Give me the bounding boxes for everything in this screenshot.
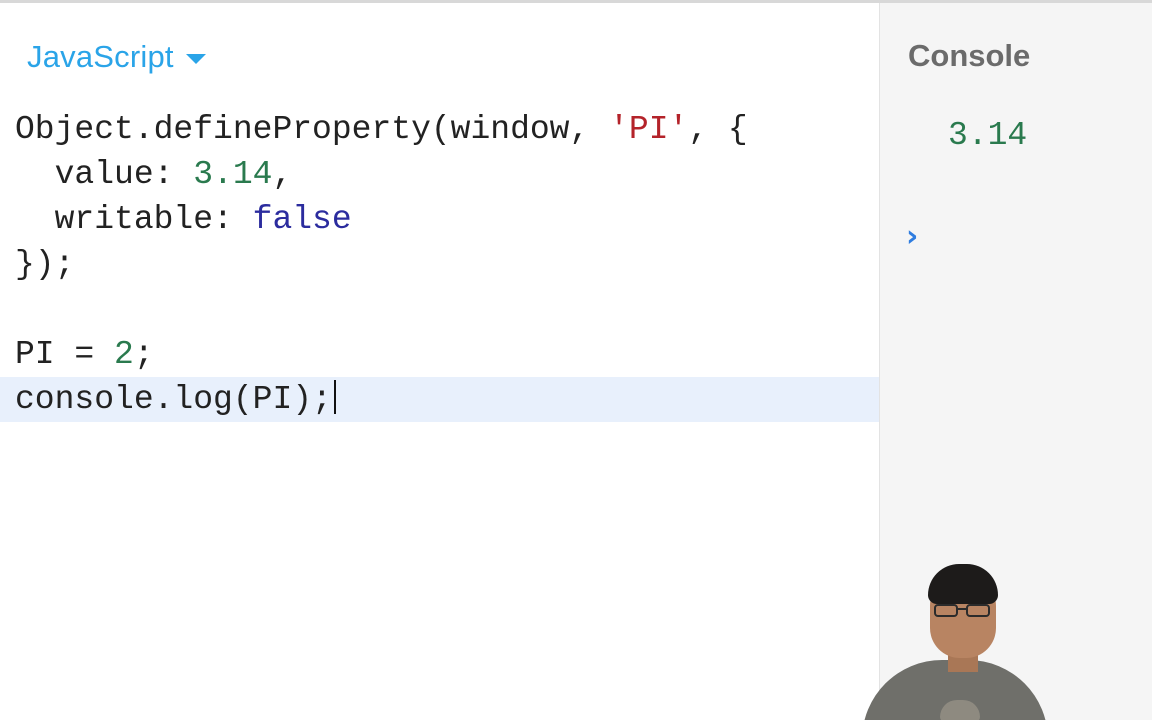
chevron-right-icon[interactable]: › (906, 219, 918, 254)
code-editor-pane[interactable]: JavaScript Object.defineProperty(window,… (0, 3, 879, 720)
glasses-icon (934, 604, 992, 618)
code-token: , { (688, 111, 748, 148)
text-cursor (333, 380, 336, 415)
language-dropdown[interactable]: JavaScript (27, 39, 206, 75)
code-token: }); (15, 246, 75, 283)
code-token: false (252, 201, 352, 238)
presenter-hair (928, 564, 998, 604)
code-area[interactable]: Object.defineProperty(window, 'PI', { va… (0, 107, 879, 422)
code-token: console.log(PI); (15, 381, 332, 418)
code-token: PI = (15, 336, 115, 373)
code-line[interactable]: PI = 2; (0, 332, 879, 377)
code-token: writable: (15, 201, 253, 238)
code-line[interactable] (0, 287, 879, 332)
code-token: value: (15, 156, 194, 193)
code-token: 2 (114, 336, 134, 373)
code-token: 3.14 (193, 156, 273, 193)
code-line[interactable]: }); (0, 242, 879, 287)
code-token: ; (133, 336, 154, 373)
caret-down-icon (185, 54, 206, 64)
code-line[interactable]: writable: false (0, 197, 879, 242)
console-output-line: 3.14 (948, 117, 1028, 154)
shirt-graphic (940, 700, 980, 720)
code-token: , (272, 156, 293, 193)
language-label: JavaScript (27, 39, 174, 74)
code-token: 'PI' (609, 111, 689, 148)
code-line[interactable]: value: 3.14, (0, 152, 879, 197)
code-line-active[interactable]: console.log(PI); (0, 377, 879, 422)
code-line[interactable]: Object.defineProperty(window, 'PI', { (0, 107, 879, 152)
code-token: Object.defineProperty(window, (15, 111, 610, 148)
presenter-webcam-overlay (852, 552, 1048, 720)
console-title: Console (908, 38, 1031, 73)
